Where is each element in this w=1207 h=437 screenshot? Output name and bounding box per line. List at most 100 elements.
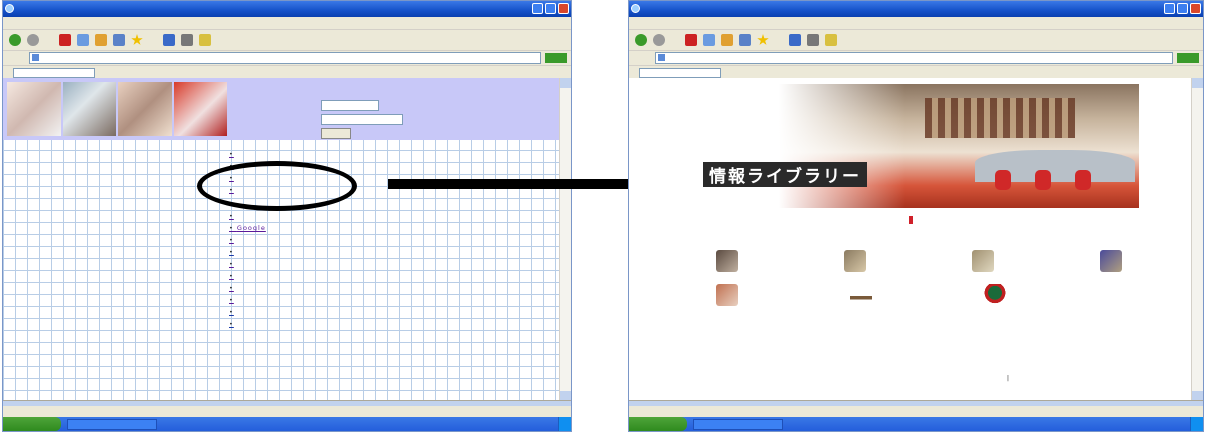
photo-waitress [173,82,227,136]
left-page-header [3,78,559,140]
search-icon[interactable] [113,34,125,46]
maximize-button[interactable] [1177,3,1188,14]
address-input[interactable] [655,52,1173,64]
resource-thumbnail-icon [1100,250,1122,272]
menu-link-5[interactable] [229,210,379,222]
left-browser-screenshot: Google [2,0,572,432]
stop-icon[interactable] [685,34,697,46]
welcome-highlight [909,216,913,224]
resource-item[interactable] [947,284,1043,308]
back-icon[interactable] [9,34,21,46]
resource-thumbnail-icon [972,250,994,272]
resource-item[interactable] [813,284,909,308]
ie-logo-icon [5,4,14,13]
right-browser-screenshot: 情報ライブラリー | [628,0,1204,432]
library-banner: 情報ライブラリー [695,84,1139,208]
right-page-content: 情報ライブラリー | [629,78,1191,401]
menu-link-14[interactable] [229,318,379,330]
menu-link-7[interactable] [229,234,379,246]
start-button[interactable] [629,417,687,431]
edit-icon[interactable] [825,34,837,46]
photo-chef [118,82,172,136]
google-search-input[interactable] [639,67,721,78]
left-horizontal-scrollbar[interactable] [3,401,571,406]
photo-doctor [7,82,61,136]
address-input[interactable] [29,52,541,64]
grid-page: Google [3,78,559,401]
right-title-bar [629,1,1203,17]
refresh-icon[interactable] [703,34,715,46]
system-tray [558,417,571,431]
banner-title: 情報ライブラリー [703,162,867,187]
print-icon[interactable] [807,34,819,46]
menu-link-12[interactable] [229,294,379,306]
red-chair-graphic [1075,170,1091,190]
google-search-input[interactable] [13,67,95,78]
home-icon[interactable] [721,34,733,46]
left-title-bar [3,1,571,17]
mail-icon[interactable] [789,34,801,46]
start-button[interactable] [3,417,61,431]
menu-link-11[interactable] [229,282,379,294]
resource-thumbnail-icon [844,250,866,272]
menu-link-13[interactable] [229,306,379,318]
header-search-form [235,84,435,139]
category-select[interactable] [321,100,379,111]
favorites-star-icon[interactable] [131,34,143,45]
close-button[interactable] [558,3,569,14]
resource-thumbnail-icon [716,284,738,306]
menu-link-10[interactable] [229,270,379,282]
resource-item[interactable] [679,250,775,274]
bookshelf-graphic [925,98,1075,138]
resource-item[interactable] [807,250,903,274]
system-tray [1190,417,1203,431]
keyword-input[interactable] [321,114,403,125]
resource-item[interactable] [1063,250,1159,274]
highlight-ellipse [197,161,357,211]
right-horizontal-scrollbar[interactable] [629,401,1203,406]
close-button[interactable] [1190,3,1201,14]
minimize-button[interactable] [1164,3,1175,14]
resource-thumbnail-icon [984,284,1006,306]
left-vertical-scrollbar[interactable] [559,78,571,401]
edit-icon[interactable] [199,34,211,46]
mail-icon[interactable] [163,34,175,46]
taskbar-window-item[interactable] [67,418,157,430]
bottom-link-separator: | [1006,374,1011,382]
menu-link-1[interactable] [229,148,379,160]
search-go-button[interactable] [321,128,351,139]
forward-icon[interactable] [653,34,665,46]
right-address-bar [629,51,1203,66]
minimize-button[interactable] [532,3,543,14]
maximize-button[interactable] [545,3,556,14]
right-vertical-scrollbar[interactable] [1191,78,1203,401]
taskbar-window-item[interactable] [693,418,783,430]
right-menu-bar[interactable] [629,17,1203,30]
staff-photo-strip [7,82,227,136]
right-status-bar [629,400,1203,417]
stop-icon[interactable] [59,34,71,46]
menu-link-8[interactable] [229,246,379,258]
bottom-link-row: | [729,374,1149,382]
resource-item[interactable] [935,250,1031,274]
favorites-star-icon[interactable] [757,34,769,45]
menu-link-google[interactable]: Google [229,222,379,234]
print-icon[interactable] [181,34,193,46]
red-chair-graphic [1035,170,1051,190]
forward-icon[interactable] [27,34,39,46]
home-icon[interactable] [95,34,107,46]
right-taskbar [629,417,1203,431]
resource-item[interactable] [679,284,775,308]
resource-icon-grid [679,250,1159,308]
left-toolbar [3,30,571,51]
left-page-content: Google [3,78,559,401]
left-menu-bar[interactable] [3,17,571,30]
refresh-icon[interactable] [77,34,89,46]
resource-thumbnail-icon [716,250,738,272]
menu-link-9[interactable] [229,258,379,270]
address-go-button[interactable] [1177,53,1199,63]
left-status-bar [3,400,571,417]
search-icon[interactable] [739,34,751,46]
back-icon[interactable] [635,34,647,46]
address-go-button[interactable] [545,53,567,63]
